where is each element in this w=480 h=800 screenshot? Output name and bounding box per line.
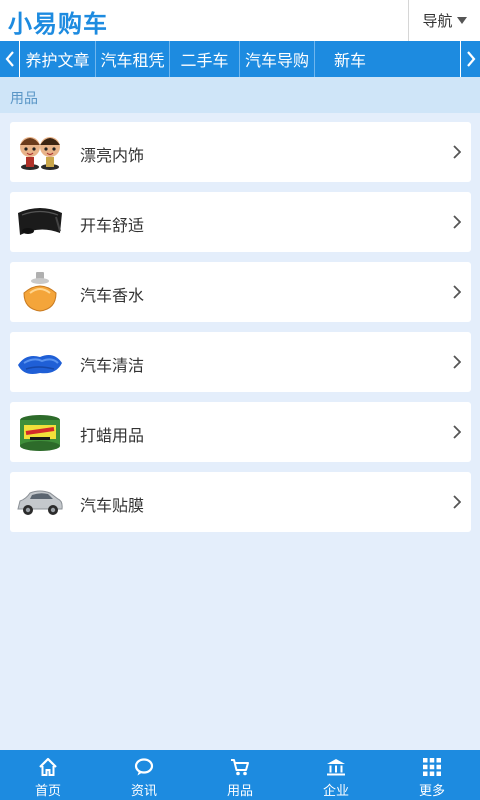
list-item-film[interactable]: 汽车贴膜 (10, 472, 471, 532)
product-category-list: 漂亮内饰 开车舒适 汽车香水 汽车清洁 打蜡用品 汽车贴膜 (10, 122, 471, 542)
category-scroll-left-button[interactable] (0, 41, 20, 77)
perfume-bottle-thumb (23, 272, 57, 312)
list-item-label: 汽车香水 (80, 286, 145, 305)
chevron-left-icon (5, 51, 14, 67)
cart-icon (231, 759, 249, 776)
tab-home[interactable]: 首页 (0, 750, 96, 800)
category-tab-rental[interactable]: 汽车租凭 (96, 41, 170, 77)
nav-menu-label: 导航 (422, 12, 453, 30)
app-header: 小易购车 导航 (0, 0, 480, 41)
tab-more[interactable]: 更多 (384, 750, 480, 800)
neck-pillow-thumb (18, 208, 62, 235)
bobblehead-dolls-thumb (20, 137, 60, 170)
chevron-right-icon (466, 51, 475, 67)
app-logo[interactable]: 小易购车 (8, 4, 108, 39)
home-icon (39, 757, 57, 776)
list-item-label: 汽车清洁 (80, 356, 145, 375)
section-title: 用品 (10, 91, 38, 107)
section-header: 用品 (0, 77, 480, 113)
list-item-label: 打蜡用品 (80, 426, 145, 445)
chevron-right-icon (453, 215, 461, 229)
category-scroll-right-button[interactable] (460, 41, 480, 77)
chevron-right-icon (453, 285, 461, 299)
category-tab-buying-guide[interactable]: 汽车导购 (240, 41, 315, 77)
tab-label: 用品 (226, 784, 253, 799)
list-item-interior[interactable]: 漂亮内饰 (10, 122, 471, 182)
chevron-right-icon (453, 145, 461, 159)
wax-tin-thumb (20, 415, 60, 451)
grid-icon (423, 758, 441, 776)
tab-label: 更多 (418, 784, 445, 799)
list-item-label: 开车舒适 (80, 216, 145, 235)
tab-label: 资讯 (130, 784, 157, 799)
bottom-tab-bar: 首页 资讯 用品 企业 更多 (0, 750, 480, 800)
nav-menu-button[interactable]: 导航 (409, 0, 480, 41)
chevron-right-icon (453, 355, 461, 369)
category-bar: 养护文章 汽车租凭 二手车 汽车导购 新车 (0, 41, 480, 77)
caret-down-icon (456, 17, 467, 24)
category-tab-maintenance[interactable]: 养护文章 (20, 41, 96, 77)
tab-company[interactable]: 企业 (288, 750, 384, 800)
tab-label: 企业 (322, 784, 349, 799)
list-item-label: 漂亮内饰 (80, 146, 145, 165)
list-item-fragrance[interactable]: 汽车香水 (10, 262, 471, 322)
list-item-comfort[interactable]: 开车舒适 (10, 192, 471, 252)
category-tab-new-cars[interactable]: 新车 (315, 41, 385, 77)
category-tab-used-cars[interactable]: 二手车 (170, 41, 240, 77)
chevron-right-icon (453, 425, 461, 439)
list-item-label: 汽车贴膜 (80, 496, 145, 515)
tab-label: 首页 (34, 784, 61, 799)
silver-car-thumb (17, 490, 63, 515)
tab-products[interactable]: 用品 (192, 750, 288, 800)
tab-news[interactable]: 资讯 (96, 750, 192, 800)
chevron-right-icon (453, 495, 461, 509)
building-icon (327, 759, 345, 776)
list-item-cleaning[interactable]: 汽车清洁 (10, 332, 471, 392)
list-item-waxing[interactable]: 打蜡用品 (10, 402, 471, 462)
chat-bubble-icon (134, 758, 154, 776)
cleaning-towel-thumb (18, 355, 62, 374)
